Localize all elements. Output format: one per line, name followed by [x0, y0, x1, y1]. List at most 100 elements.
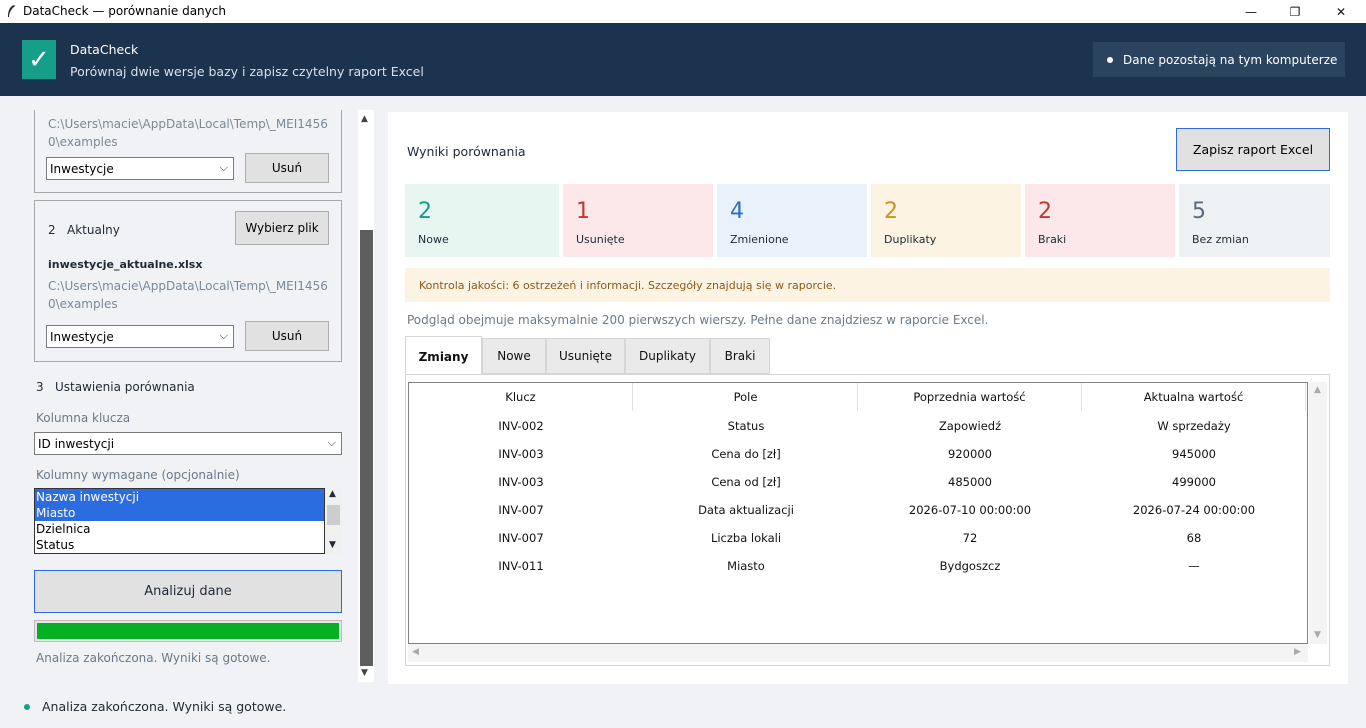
remove-file-button[interactable]: Usuń: [245, 153, 329, 183]
scroll-down-icon[interactable]: ▼: [1314, 630, 1321, 640]
stat-label: Bez zmian: [1192, 233, 1249, 246]
scroll-thumb[interactable]: [327, 505, 340, 525]
sheet-select[interactable]: Inwestycje ⌵: [46, 157, 234, 180]
results-panel: Wyniki porównania Zapisz raport Excel 2 N…: [388, 112, 1348, 684]
tab-zmiany[interactable]: Zmiany: [405, 336, 482, 376]
required-columns-label: Kolumny wymagane (opcjonalnie): [36, 468, 240, 482]
stat-value: 2: [1038, 199, 1052, 224]
file-box-previous: C:\Users\macie\AppData\Local\Temp\_MEI14…: [34, 110, 342, 193]
file-box-current: 2 Aktualny Wybierz plik inwestycje_aktua…: [34, 200, 342, 362]
list-item[interactable]: Dzielnica: [35, 521, 324, 537]
tab-usunięte[interactable]: Usunięte: [546, 338, 625, 374]
scroll-up-icon[interactable]: ▲: [361, 114, 368, 124]
table-cell[interactable]: 2026-07-24 00:00:00: [1082, 496, 1306, 524]
table-cell[interactable]: —: [1082, 552, 1306, 580]
stat-value: 1: [576, 199, 590, 224]
table-cell[interactable]: INV-002: [409, 412, 633, 440]
sheet-select[interactable]: Inwestycje ⌵: [46, 325, 234, 348]
table-horizontal-scrollbar[interactable]: ◀ ▶: [408, 644, 1308, 662]
stat-label: Nowe: [418, 233, 449, 246]
scroll-right-icon[interactable]: ▶: [1294, 647, 1301, 657]
left-panel-scrollbar[interactable]: ▲ ▼: [358, 110, 374, 682]
stat-card-usunięte: 1 Usunięte: [563, 184, 713, 257]
close-button[interactable]: ✕: [1318, 0, 1364, 23]
stat-label: Usunięte: [576, 233, 625, 246]
table-cell[interactable]: 499000: [1082, 468, 1306, 496]
table-vertical-scrollbar[interactable]: ▲ ▼: [1309, 382, 1327, 644]
table-cell[interactable]: 920000: [858, 440, 1082, 468]
tab-nowe[interactable]: Nowe: [482, 338, 546, 374]
scroll-down-icon[interactable]: ▼: [329, 540, 336, 550]
key-column-select[interactable]: ID inwestycji ⌵: [34, 432, 342, 455]
table-cell[interactable]: INV-007: [409, 524, 633, 552]
column-header[interactable]: Pole: [634, 383, 858, 411]
preview-note: Podgląd obejmuje maksymalnie 200 pierwsz…: [407, 313, 989, 327]
bullet-icon: [1107, 56, 1113, 63]
app-name: DataCheck: [70, 42, 139, 57]
table-cell[interactable]: 2026-07-10 00:00:00: [858, 496, 1082, 524]
scroll-up-icon[interactable]: ▲: [1314, 385, 1321, 395]
table-cell[interactable]: Cena od [zł]: [634, 468, 858, 496]
list-item[interactable]: Status: [35, 537, 324, 553]
checkmark-logo-icon: ✓: [22, 40, 56, 79]
table-cell[interactable]: 485000: [858, 468, 1082, 496]
table-cell[interactable]: Zapowiedź: [858, 412, 1082, 440]
table-cell[interactable]: 72: [858, 524, 1082, 552]
table-cell[interactable]: INV-003: [409, 440, 633, 468]
window-title: DataCheck — porównanie danych: [23, 4, 226, 18]
scroll-up-icon[interactable]: ▲: [329, 489, 336, 499]
privacy-text: Dane pozostają na tym komputerze: [1123, 52, 1338, 67]
quality-banner: Kontrola jakości: 6 ostrzeżeń i informac…: [405, 268, 1330, 302]
analysis-status: Analiza zakończona. Wyniki są gotowe.: [36, 651, 271, 665]
remove-file-button[interactable]: Usuń: [245, 321, 329, 351]
title-bar: DataCheck — porównanie danych — ❐ ✕: [0, 0, 1366, 23]
scroll-thumb[interactable]: [360, 230, 373, 666]
results-title: Wyniki porównania: [407, 144, 526, 159]
stat-label: Braki: [1038, 233, 1067, 246]
tab-braki[interactable]: Braki: [710, 338, 770, 374]
restore-button[interactable]: ❐: [1272, 0, 1318, 23]
table-cell[interactable]: 945000: [1082, 440, 1306, 468]
column-header[interactable]: Poprzednia wartość: [858, 383, 1082, 411]
table-cell[interactable]: Cena do [zł]: [634, 440, 858, 468]
save-report-button[interactable]: Zapisz raport Excel: [1176, 128, 1330, 171]
column-header[interactable]: Aktualna wartość: [1082, 383, 1306, 411]
step-title: Aktualny: [67, 223, 120, 237]
chevron-down-icon: ⌵: [327, 436, 336, 449]
app-subtitle: Porównaj dwie wersje bazy i zapisz czyte…: [70, 64, 424, 79]
stat-card-zmienione: 4 Zmienione: [717, 184, 867, 257]
stat-label: Duplikaty: [884, 233, 937, 246]
step-number: 2: [48, 223, 56, 237]
file-path: C:\Users\macie\AppData\Local\Temp\_MEI14…: [48, 279, 328, 311]
table-cell[interactable]: INV-007: [409, 496, 633, 524]
table-cell[interactable]: Data aktualizacji: [634, 496, 858, 524]
choose-file-button[interactable]: Wybierz plik: [235, 211, 329, 245]
table-cell[interactable]: W sprzedaży: [1082, 412, 1306, 440]
table-cell[interactable]: Liczba lokali: [634, 524, 858, 552]
tab-duplikaty[interactable]: Duplikaty: [625, 338, 710, 374]
file-name: inwestycje_aktualne.xlsx: [48, 258, 203, 271]
table-cell[interactable]: INV-003: [409, 468, 633, 496]
minimize-button[interactable]: —: [1228, 0, 1274, 23]
required-columns-list[interactable]: Nazwa inwestycji Miasto Dzielnica Status: [34, 488, 325, 554]
progress-fill: [37, 623, 339, 639]
scroll-down-icon[interactable]: ▼: [361, 668, 368, 678]
list-item[interactable]: Miasto: [35, 505, 324, 521]
table-cell[interactable]: Status: [634, 412, 858, 440]
list-item[interactable]: Nazwa inwestycji: [35, 489, 324, 505]
table-cell[interactable]: 68: [1082, 524, 1306, 552]
table-cell[interactable]: Miasto: [634, 552, 858, 580]
column-header[interactable]: Klucz: [409, 383, 633, 411]
stat-value: 4: [730, 199, 744, 224]
stat-value: 5: [1192, 199, 1206, 224]
table-cell[interactable]: INV-011: [409, 552, 633, 580]
scroll-left-icon[interactable]: ◀: [412, 647, 419, 657]
analyze-button[interactable]: Analizuj dane: [34, 570, 342, 613]
status-bar: Analiza zakończona. Wyniki są gotowe.: [0, 690, 1366, 728]
list-scrollbar[interactable]: ▲ ▼: [325, 488, 342, 554]
stat-card-nowe: 2 Nowe: [405, 184, 559, 257]
chevron-down-icon: ⌵: [219, 161, 228, 174]
table-cell[interactable]: Bydgoszcz: [858, 552, 1082, 580]
feather-icon: [8, 5, 15, 17]
privacy-badge: Dane pozostają na tym komputerze: [1093, 42, 1345, 77]
